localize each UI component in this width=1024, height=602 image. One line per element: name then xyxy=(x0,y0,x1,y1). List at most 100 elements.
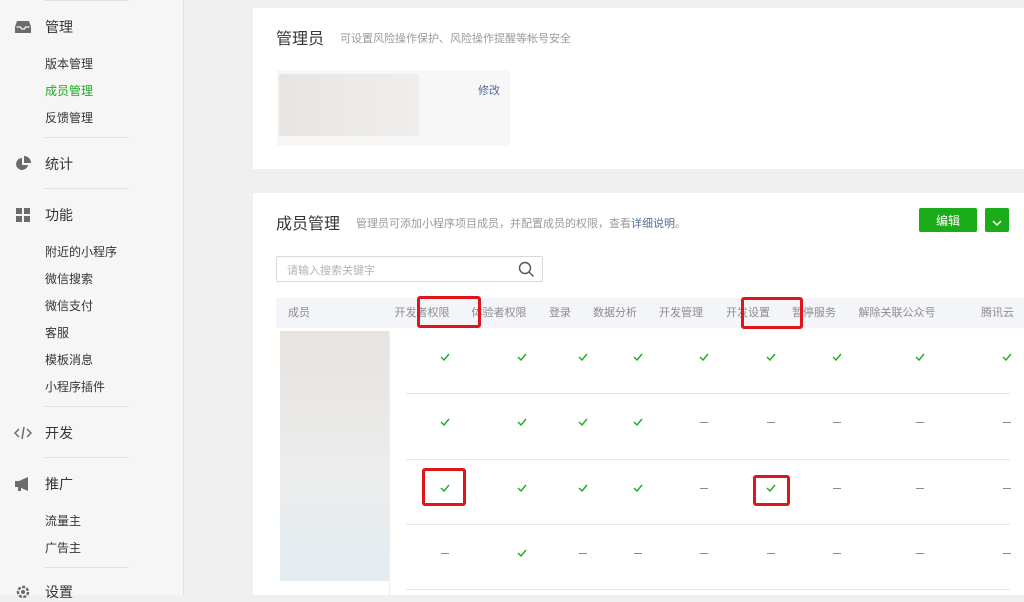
table-header: 成员 开发者权限 体验者权限 登录 数据分析 开发管理 开发设置 暂停服务 解除… xyxy=(276,298,1024,328)
sidebar-item-traffic-owner[interactable]: 流量主 xyxy=(45,514,81,528)
modify-link[interactable]: 修改 xyxy=(478,82,500,98)
details-link[interactable]: 详细说明 xyxy=(631,217,675,230)
highlight-developer-header xyxy=(417,296,481,328)
column-header-tencent-cloud: 腾讯云 xyxy=(981,306,1014,319)
dash-icon xyxy=(913,481,927,495)
code-icon xyxy=(14,424,32,442)
column-header-member: 成员 xyxy=(288,306,310,319)
check-icon xyxy=(764,350,778,364)
megaphone-icon xyxy=(14,475,32,493)
sidebar-item-plugins[interactable]: 小程序插件 xyxy=(45,380,105,394)
members-title: 成员管理 xyxy=(276,214,341,233)
sidebar-section-label: 管理 xyxy=(45,20,73,36)
sidebar-section-promo[interactable]: 推广 xyxy=(14,474,73,494)
sidebar-item-customer-service[interactable]: 客服 xyxy=(45,326,69,340)
admin-description: 可设置风险操作保护、风险操作提醒等帐号安全 xyxy=(340,32,571,45)
divider xyxy=(44,137,129,138)
edit-button[interactable]: 编辑 xyxy=(919,208,977,232)
check-icon xyxy=(631,415,645,429)
grid-icon xyxy=(14,206,32,224)
dash-icon xyxy=(1000,415,1014,429)
check-icon xyxy=(697,350,711,364)
check-icon xyxy=(576,350,590,364)
check-icon xyxy=(1000,350,1014,364)
check-icon xyxy=(830,350,844,364)
column-header-analytics: 数据分析 xyxy=(593,306,637,319)
sidebar-section-features[interactable]: 功能 xyxy=(14,205,73,225)
dash-icon xyxy=(913,546,927,560)
dash-icon xyxy=(764,546,778,560)
sidebar-section-stats[interactable]: 统计 xyxy=(14,154,73,174)
sidebar: 管理 版本管理 成员管理 反馈管理 统计 功能 附近的小程序 微信搜索 微信支付… xyxy=(0,0,184,601)
members-description: 管理员可添加小程序项目成员，并配置成员的权限，查看详细说明。 xyxy=(356,215,686,231)
more-options-button[interactable] xyxy=(985,208,1009,232)
column-header-login: 登录 xyxy=(549,306,571,319)
members-description-text: 管理员可添加小程序项目成员，并配置成员的权限，查看 xyxy=(356,217,631,230)
sidebar-section-settings[interactable]: 设置 xyxy=(14,582,73,602)
check-icon xyxy=(515,415,529,429)
column-header-unlink-account: 解除关联公众号 xyxy=(858,306,936,319)
divider xyxy=(44,567,129,568)
sidebar-section-label: 推广 xyxy=(45,477,73,493)
sidebar-section-dev[interactable]: 开发 xyxy=(14,423,73,443)
sidebar-item-wechat-pay[interactable]: 微信支付 xyxy=(45,299,93,313)
check-icon xyxy=(576,481,590,495)
dash-icon xyxy=(697,546,711,560)
divider xyxy=(44,457,129,458)
dash-icon xyxy=(697,481,711,495)
dash-icon xyxy=(631,546,645,560)
sidebar-section-label: 统计 xyxy=(45,157,73,173)
dash-icon xyxy=(830,481,844,495)
highlight-dev-settings-header xyxy=(741,297,803,329)
sidebar-item-feedback[interactable]: 反馈管理 xyxy=(45,111,93,125)
gear-icon xyxy=(14,583,32,601)
highlight-developer-cell xyxy=(422,468,466,506)
row-divider xyxy=(406,459,1010,460)
search-box xyxy=(276,256,543,282)
search-input[interactable] xyxy=(285,261,509,279)
column-header-dev-manage: 开发管理 xyxy=(659,306,703,319)
dash-icon xyxy=(1000,546,1014,560)
check-icon xyxy=(576,415,590,429)
sidebar-item-wechat-search[interactable]: 微信搜索 xyxy=(45,272,93,286)
search-icon[interactable] xyxy=(518,261,535,282)
inbox-icon xyxy=(14,18,32,36)
pie-chart-icon xyxy=(14,155,32,173)
dash-icon xyxy=(830,546,844,560)
dash-icon xyxy=(913,415,927,429)
check-icon xyxy=(631,481,645,495)
dash-icon xyxy=(1000,481,1014,495)
chevron-down-icon xyxy=(992,211,1002,230)
sidebar-section-manage[interactable]: 管理 xyxy=(14,17,73,37)
sidebar-item-advertiser[interactable]: 广告主 xyxy=(45,541,81,555)
highlight-dev-settings-cell xyxy=(753,475,790,506)
dash-icon xyxy=(830,415,844,429)
check-icon xyxy=(515,350,529,364)
sidebar-item-members[interactable]: 成员管理 xyxy=(45,84,93,98)
row-divider xyxy=(406,524,1010,525)
divider xyxy=(44,406,129,407)
row-divider xyxy=(406,589,1010,590)
sidebar-item-nearby[interactable]: 附近的小程序 xyxy=(45,245,117,259)
member-avatars xyxy=(280,331,389,581)
members-card: 成员管理 管理员可添加小程序项目成员，并配置成员的权限，查看详细说明。 编辑 成… xyxy=(253,193,1024,595)
check-icon xyxy=(515,481,529,495)
check-icon xyxy=(515,546,529,560)
admin-avatar xyxy=(279,74,419,136)
divider xyxy=(44,0,129,1)
row-divider xyxy=(406,393,1010,394)
member-column-divider xyxy=(389,331,407,595)
dash-icon xyxy=(438,546,452,560)
sidebar-item-template-message[interactable]: 模板消息 xyxy=(45,353,93,367)
check-icon xyxy=(913,350,927,364)
divider xyxy=(44,188,129,189)
dash-icon xyxy=(764,415,778,429)
members-description-end: 。 xyxy=(675,217,686,230)
sidebar-section-label: 功能 xyxy=(45,208,73,224)
check-icon xyxy=(438,415,452,429)
check-icon xyxy=(438,350,452,364)
admin-info-box: 修改 xyxy=(277,70,510,146)
sidebar-item-version[interactable]: 版本管理 xyxy=(45,57,93,71)
dash-icon xyxy=(697,415,711,429)
admin-title: 管理员 xyxy=(276,29,325,48)
